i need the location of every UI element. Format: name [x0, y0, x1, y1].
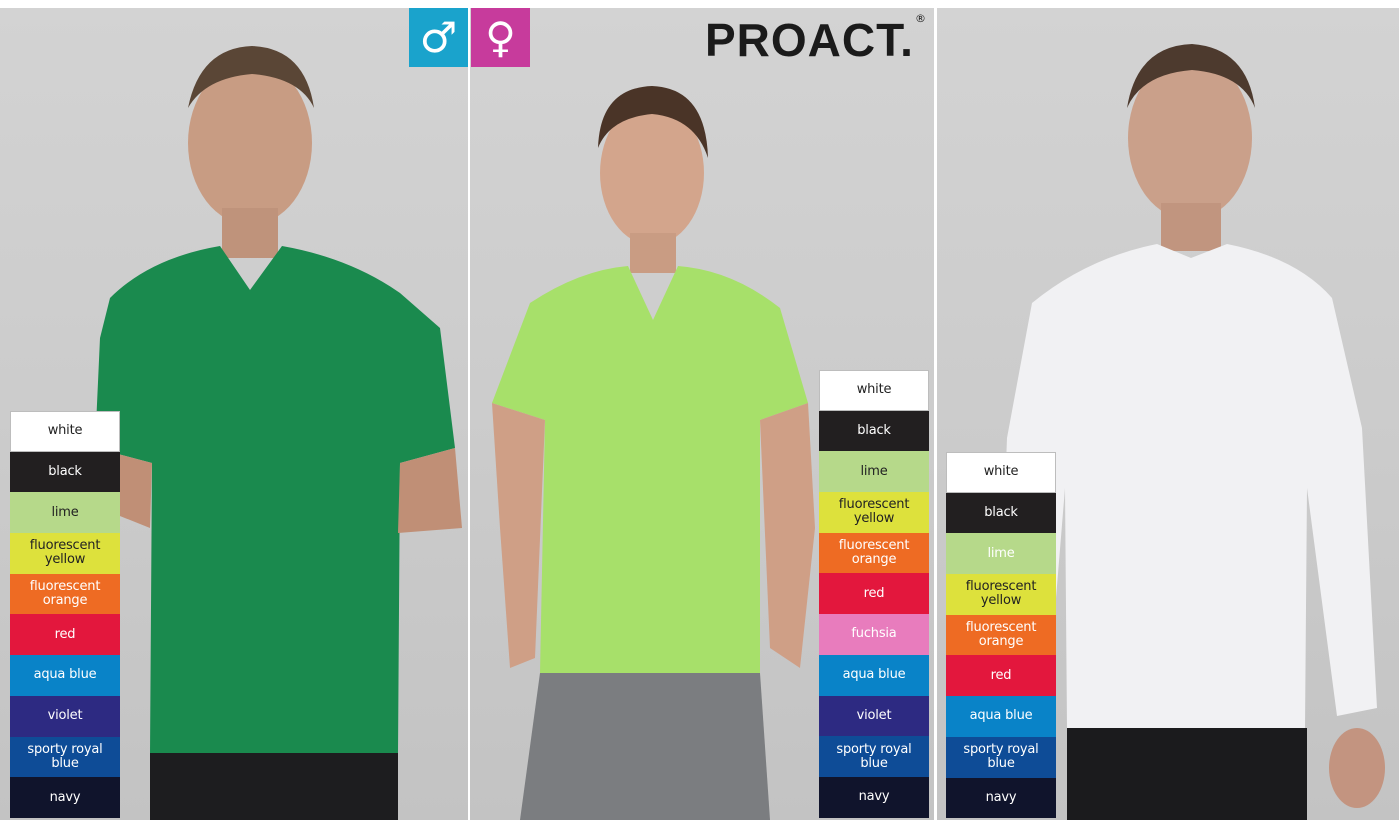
color-swatch-label: fluorescent yellow — [29, 538, 101, 568]
color-swatch-aqua-blue[interactable]: aqua blue — [10, 655, 120, 696]
color-swatch-label: sporty royal blue — [27, 741, 103, 771]
color-swatch-lime[interactable]: lime — [819, 451, 929, 493]
color-swatch-label: black — [984, 505, 1018, 521]
color-swatch-black[interactable]: black — [819, 410, 929, 452]
color-swatch-navy[interactable]: navy — [819, 776, 929, 818]
color-swatch-label: violet — [47, 708, 83, 724]
color-swatch-label: sporty royal blue — [963, 742, 1039, 772]
product-panel-mens-longsleeve: white black lime fluorescent yellow fluoresc… — [937, 8, 1399, 820]
color-swatch-label: navy — [858, 789, 890, 805]
color-swatch-label: fluorescent orange — [965, 620, 1037, 650]
color-swatch-label: fluorescent orange — [838, 538, 910, 568]
color-swatch-white[interactable]: white — [10, 411, 120, 452]
color-swatch-fuchsia[interactable]: fuchsia — [819, 614, 929, 655]
color-swatch-label: aqua blue — [842, 667, 906, 683]
registered-mark: ® — [915, 12, 926, 25]
color-swatch-fluorescent-orange[interactable]: fluorescent orange — [819, 532, 929, 574]
color-swatch-aqua-blue[interactable]: aqua blue — [819, 654, 929, 696]
product-panel-womens-vneck: white black lime fluorescent yellow fluoresc… — [470, 8, 934, 820]
color-swatch-fluorescent-yellow[interactable]: fluorescent yellow — [10, 533, 120, 574]
color-swatch-label: white — [47, 423, 83, 439]
color-swatch-label: navy — [49, 789, 81, 805]
color-swatch-label: fluorescent yellow — [838, 497, 910, 527]
color-swatch-navy[interactable]: navy — [10, 777, 120, 818]
color-swatch-label: lime — [51, 504, 79, 520]
color-swatch-red[interactable]: red — [946, 655, 1056, 697]
color-swatch-label: fluorescent orange — [29, 579, 101, 609]
brand-logo: PROACT. — [705, 14, 914, 66]
color-swatch-label: red — [54, 626, 76, 642]
color-swatch-list-mens-vneck: white black lime fluorescent yellow fluoresc… — [10, 411, 120, 818]
color-swatch-label: lime — [860, 463, 888, 479]
color-swatch-fluorescent-orange[interactable]: fluorescent orange — [946, 614, 1056, 656]
product-panel-mens-vneck: white black lime fluorescent yellow fluoresc… — [0, 8, 468, 820]
color-swatch-violet[interactable]: violet — [819, 695, 929, 737]
female-symbol: ♀ — [485, 13, 516, 62]
color-swatch-label: fuchsia — [851, 626, 897, 642]
color-swatch-label: sporty royal blue — [836, 741, 912, 771]
color-swatch-label: navy — [985, 789, 1017, 805]
color-swatch-label: white — [983, 464, 1019, 480]
color-swatch-lime[interactable]: lime — [946, 533, 1056, 575]
color-swatch-red[interactable]: red — [10, 614, 120, 656]
color-swatch-violet[interactable]: violet — [10, 695, 120, 737]
color-swatch-label: red — [990, 667, 1012, 683]
male-gender-icon: ♂ — [409, 8, 468, 67]
color-swatch-label: aqua blue — [33, 667, 97, 683]
color-swatch-white[interactable]: white — [946, 452, 1056, 493]
female-gender-icon: ♀ — [471, 8, 530, 67]
color-swatch-label: lime — [987, 545, 1015, 561]
color-swatch-list-womens-vneck: white black lime fluorescent yellow fluoresc… — [819, 370, 929, 818]
color-swatch-label: violet — [856, 707, 892, 723]
color-swatch-sporty-royal-blue[interactable]: sporty royal blue — [946, 736, 1056, 778]
color-swatch-white[interactable]: white — [819, 370, 929, 411]
color-swatch-label: white — [856, 382, 892, 398]
color-swatch-label: aqua blue — [969, 708, 1033, 724]
color-swatch-aqua-blue[interactable]: aqua blue — [946, 696, 1056, 737]
male-symbol: ♂ — [419, 13, 458, 62]
color-swatch-lime[interactable]: lime — [10, 492, 120, 534]
color-swatch-list-mens-longsleeve: white black lime fluorescent yellow fluoresc… — [946, 452, 1056, 819]
color-swatch-black[interactable]: black — [10, 451, 120, 493]
color-swatch-fluorescent-yellow[interactable]: fluorescent yellow — [819, 492, 929, 533]
color-swatch-sporty-royal-blue[interactable]: sporty royal blue — [10, 736, 120, 778]
color-swatch-label: black — [48, 464, 82, 480]
color-swatch-label: red — [863, 585, 885, 601]
color-swatch-sporty-royal-blue[interactable]: sporty royal blue — [819, 736, 929, 777]
color-swatch-red[interactable]: red — [819, 573, 929, 615]
color-swatch-label: fluorescent yellow — [965, 579, 1037, 609]
color-swatch-navy[interactable]: navy — [946, 777, 1056, 819]
color-swatch-black[interactable]: black — [946, 492, 1056, 534]
color-swatch-fluorescent-orange[interactable]: fluorescent orange — [10, 573, 120, 615]
color-swatch-label: black — [857, 423, 891, 439]
color-swatch-fluorescent-yellow[interactable]: fluorescent yellow — [946, 574, 1056, 615]
